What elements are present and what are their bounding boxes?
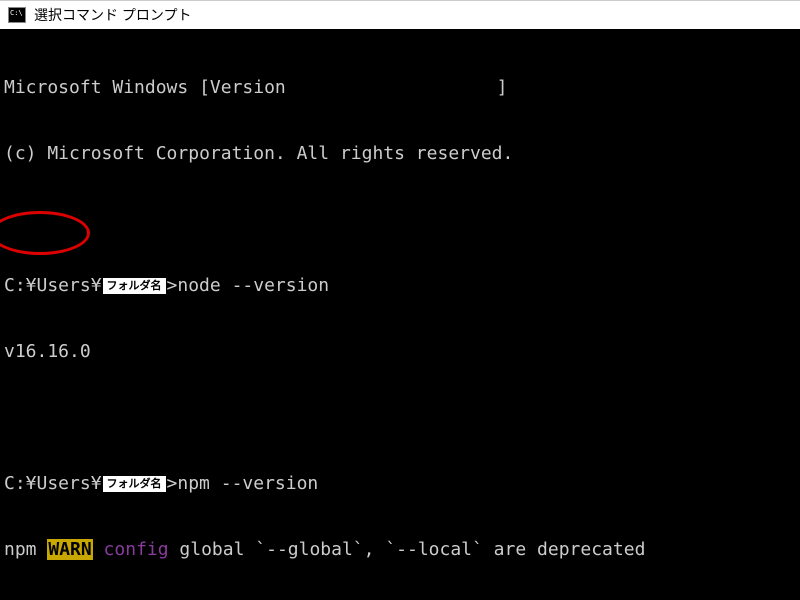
warn-message: global `--global`, `--local` are depreca… (169, 539, 646, 560)
command-prompt-window: 選択コマンド プロンプト Microsoft Windows [Version … (0, 0, 800, 600)
warn-label: WARN (47, 539, 92, 560)
banner-prefix: Microsoft Windows [Version (4, 77, 297, 98)
banner-line-2: (c) Microsoft Corporation. All rights re… (4, 143, 796, 165)
cmd-icon (8, 7, 26, 23)
blank-line (4, 209, 796, 231)
version-redacted (297, 79, 497, 97)
warn-npm: npm (4, 539, 47, 560)
npm-warn-line: npm WARN config global `--global`, `--lo… (4, 539, 796, 561)
banner-line-1: Microsoft Windows [Version ] (4, 77, 796, 99)
banner-suffix: ] (497, 77, 508, 98)
blank-line-2 (4, 407, 796, 429)
folder-placeholder-label: フォルダ名 (103, 278, 166, 294)
node-version-output: v16.16.0 (4, 341, 796, 363)
folder-placeholder-label-2: フォルダ名 (103, 476, 166, 492)
terminal-area[interactable]: Microsoft Windows [Version ] (c) Microso… (0, 29, 800, 600)
titlebar[interactable]: 選択コマンド プロンプト (0, 1, 800, 29)
warn-config: config (93, 539, 169, 560)
npm-version-cmd: >npm --version (167, 473, 319, 494)
prompt-npm-version: C:¥Users¥フォルダ名>npm --version (4, 473, 796, 495)
prompt-path-2: C:¥Users¥ (4, 473, 102, 494)
prompt-path: C:¥Users¥ (4, 275, 102, 296)
prompt-node-version: C:¥Users¥フォルダ名>node --version (4, 275, 796, 297)
node-version-cmd: >node --version (167, 275, 330, 296)
window-title: 選択コマンド プロンプト (34, 5, 191, 25)
